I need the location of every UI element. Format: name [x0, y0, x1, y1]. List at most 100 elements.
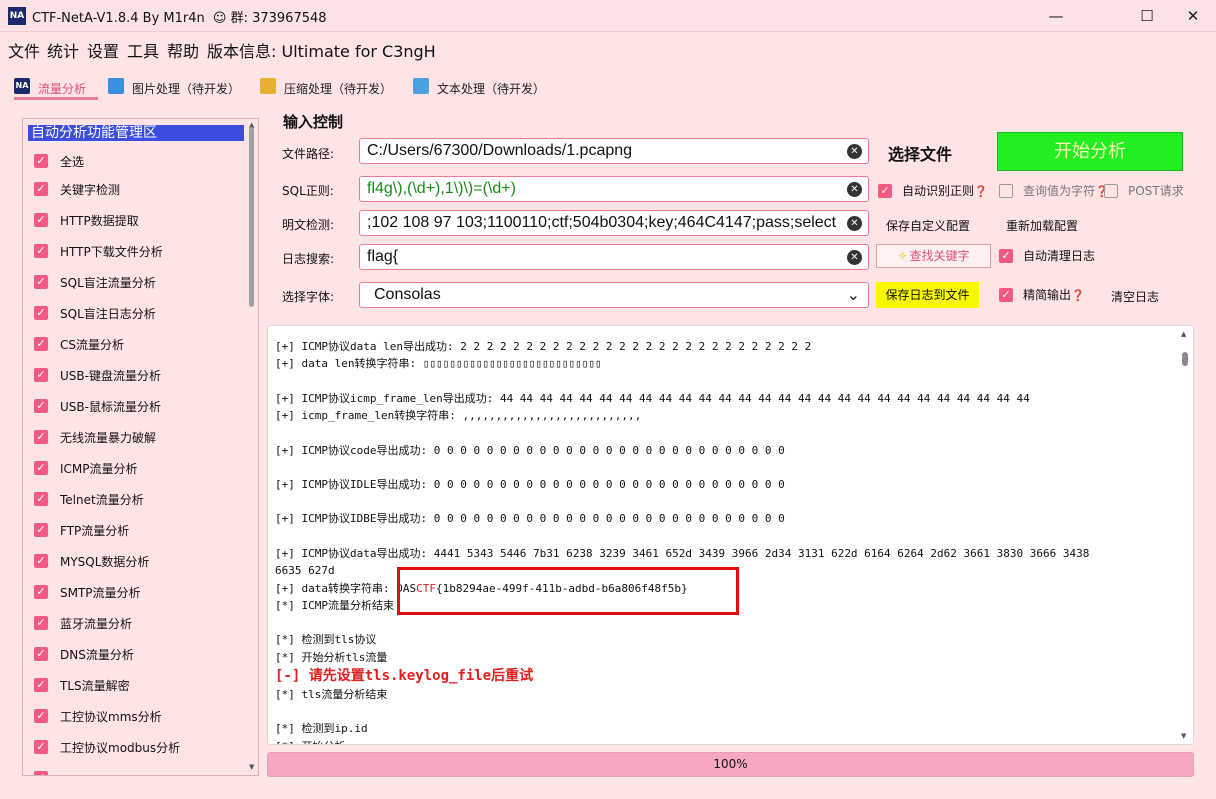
panel-header: 自动分析功能管理区 [28, 125, 244, 141]
plaintext-field[interactable]: ✕ [359, 210, 869, 236]
log-line: [+] ICMP协议IDLE导出成功: 0 0 0 0 0 0 0 0 0 0 … [275, 477, 785, 491]
log-output-panel[interactable]: [+] ICMP协议data len导出成功: 2 2 2 2 2 2 2 2 … [267, 325, 1194, 745]
find-keyword-button[interactable]: ✧ 查找关键字 [876, 244, 991, 268]
clear-icon[interactable]: ✕ [847, 144, 862, 159]
font-select[interactable]: Consolas ⌄ [359, 282, 869, 308]
flag-line-prefix: [+] data转换字符串: [275, 581, 397, 595]
log-scrollbar[interactable] [1182, 352, 1188, 366]
flag-highlight-box [397, 567, 739, 615]
checkbox-checked-icon: ✓ [34, 337, 48, 351]
checkbox-checked-icon: ✓ [34, 616, 48, 630]
log-search-label: 日志搜索: [282, 252, 335, 266]
clear-icon[interactable]: ✕ [847, 216, 862, 231]
menu-file[interactable]: 文件 [8, 38, 40, 62]
checkbox-checked-icon: ✓ [34, 213, 48, 227]
checkbox-checked-icon: ✓ [34, 585, 48, 599]
checkbox-unchecked-icon [1104, 184, 1118, 198]
select-file-button[interactable]: 选择文件 [888, 141, 952, 165]
search-keyword-icon: ✧ [897, 249, 908, 263]
checkbox-unchecked-icon [999, 184, 1013, 198]
minimize-icon[interactable]: — [1033, 0, 1079, 32]
qq-icon: ☺ [212, 11, 227, 26]
file-path-input[interactable] [367, 139, 837, 163]
window-title-text: CTF-NetA-V1.8.4 By M1r4n [32, 11, 205, 26]
log-search-input[interactable] [367, 245, 837, 269]
checkbox-checked-icon: ✓ [34, 430, 48, 444]
checkbox-checked-icon: ✓ [34, 771, 48, 775]
clear-icon[interactable]: ✕ [847, 182, 862, 197]
scroll-down-icon[interactable]: ▼ [249, 763, 254, 771]
checkbox-checked-icon: ✓ [34, 740, 48, 754]
image-icon [108, 78, 124, 94]
input-control-title: 输入控制 [283, 113, 344, 131]
window-title: CTF-NetA-V1.8.4 By M1r4n ☺ 群: 373967548 [32, 7, 327, 26]
checkbox-checked-icon: ✓ [34, 182, 48, 196]
checkbox-checked-icon: ✓ [34, 461, 48, 475]
tab-archive-processing[interactable]: 压缩处理（待开发） [260, 74, 400, 100]
log-line: [*] 检测到tls协议 [275, 633, 377, 647]
plaintext-input[interactable] [367, 211, 837, 235]
tab-text-processing[interactable]: 文本处理（待开发） [413, 74, 553, 100]
clear-icon[interactable]: ✕ [847, 250, 862, 265]
log-line: [+] icmp_frame_len转换字符串: ,,,,,,,,,,,,,,,… [275, 409, 642, 423]
sql-regex-field[interactable]: ✕ [359, 176, 869, 202]
scroll-down-icon[interactable]: ▼ [1181, 732, 1186, 740]
checkbox-checked-icon: ✓ [34, 523, 48, 537]
log-line: [+] ICMP协议icmp_frame_len导出成功: 44 44 44 4… [275, 391, 1030, 405]
clear-log-button[interactable]: 清空日志 [1111, 288, 1159, 305]
checkbox-checked-icon: ✓ [878, 184, 892, 198]
checkbox-checked-icon: ✓ [34, 154, 48, 168]
start-analysis-button[interactable]: 开始分析 [997, 132, 1183, 171]
menu-statistics[interactable]: 统计 [47, 38, 79, 62]
checkbox-checked-icon: ✓ [999, 288, 1013, 302]
save-log-button[interactable]: 保存日志到文件 [876, 282, 979, 308]
checkbox-checked-icon: ✓ [34, 306, 48, 320]
help-icon[interactable]: ❓ [974, 185, 988, 198]
tab-traffic-analysis[interactable]: NA 流量分析 [14, 74, 98, 100]
help-icon[interactable]: ❓ [1071, 289, 1085, 302]
checkbox-checked-icon: ✓ [34, 275, 48, 289]
log-line: [*] 开始分析 [275, 738, 1175, 744]
maximize-icon[interactable]: ☐ [1124, 0, 1170, 32]
menu-help[interactable]: 帮助 [167, 38, 199, 62]
close-icon[interactable]: ✕ [1170, 0, 1216, 32]
log-line: [+] ICMP协议data导出成功: 4441 5343 5446 7b31 … [275, 546, 1090, 560]
plaintext-label: 明文检测: [282, 218, 335, 232]
checkbox-checked-icon: ✓ [34, 399, 48, 413]
log-line: [*] 检测到ip.id [275, 722, 368, 736]
scroll-up-icon[interactable]: ▲ [1181, 330, 1186, 338]
chevron-down-icon: ⌄ [846, 285, 860, 304]
log-search-field[interactable]: ✕ [359, 244, 869, 270]
left-panel-scrollbar[interactable] [249, 127, 254, 307]
menu-settings[interactable]: 设置 [87, 38, 119, 62]
checkbox-checked-icon: ✓ [34, 368, 48, 382]
archive-icon [260, 78, 276, 94]
sql-regex-input[interactable] [367, 177, 837, 201]
document-icon [413, 78, 429, 94]
menu-tools[interactable]: 工具 [127, 38, 159, 62]
file-path-field[interactable]: ✕ [359, 138, 869, 164]
log-line: [*] 开始分析tls流量 [275, 650, 388, 664]
menu-version-info[interactable]: 版本信息: Ultimate for C3ngH [207, 38, 436, 62]
na-logo-icon: NA [14, 78, 30, 94]
log-line: [+] ICMP协议data len导出成功: 2 2 2 2 2 2 2 2 … [275, 340, 812, 353]
progress-bar: 100% [267, 752, 1194, 777]
log-line: [+] ICMP协议IDBE导出成功: 0 0 0 0 0 0 0 0 0 0 … [275, 512, 785, 526]
tab-image-processing[interactable]: 图片处理（待开发） [108, 74, 248, 100]
font-select-label: 选择字体: [282, 290, 335, 304]
sql-regex-label: SQL正则: [282, 184, 334, 198]
checkbox-checked-icon: ✓ [34, 554, 48, 568]
reload-config-button[interactable]: 重新加载配置 [1006, 217, 1078, 234]
checkbox-checked-icon: ✓ [34, 647, 48, 661]
app-logo-icon: NA [8, 7, 26, 25]
log-error-line: [-] 请先设置tls.keylog_file后重试 [275, 668, 534, 685]
tab-bar: NA 流量分析 图片处理（待开发） 压缩处理（待开发） 文本处理（待开发） [0, 74, 1216, 102]
log-content: [+] ICMP协议data len导出成功: 2 2 2 2 2 2 2 2 … [275, 338, 1175, 744]
save-config-button[interactable]: 保存自定义配置 [886, 217, 970, 234]
